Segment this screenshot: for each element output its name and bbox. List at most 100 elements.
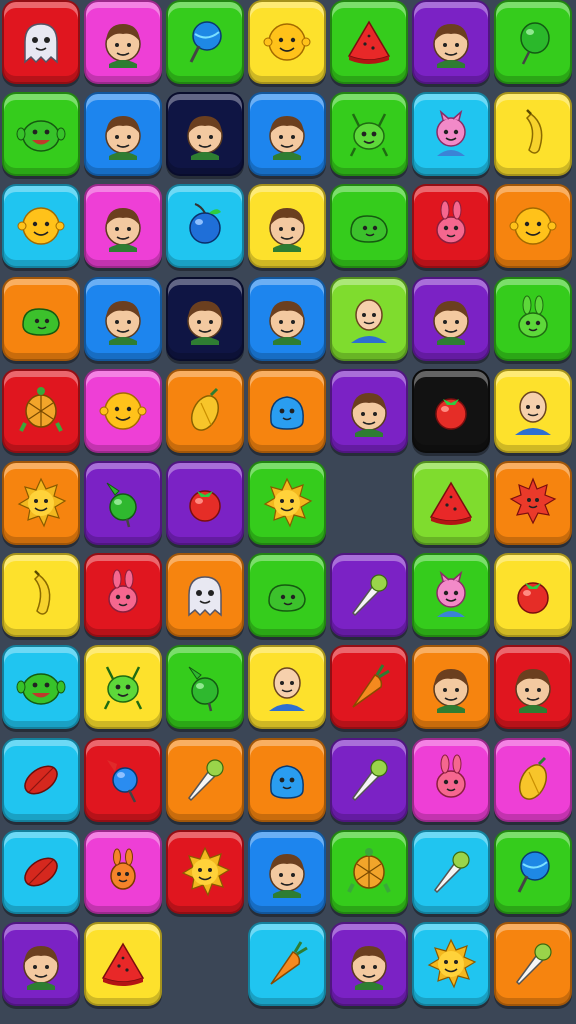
- game-tile[interactable]: [84, 184, 162, 269]
- game-tile[interactable]: [84, 645, 162, 730]
- carrot-icon: [352, 664, 390, 709]
- game-tile[interactable]: [412, 829, 490, 914]
- game-tile[interactable]: [248, 461, 326, 545]
- game-tile[interactable]: [84, 276, 162, 361]
- game-tile[interactable]: [412, 0, 490, 84]
- game-tile[interactable]: [494, 645, 572, 730]
- game-tile[interactable]: [412, 276, 490, 361]
- game-tile[interactable]: [166, 0, 244, 84]
- pink-bunny-icon: [108, 569, 138, 613]
- ghost-icon: [188, 576, 222, 617]
- game-board: [0, 0, 576, 1024]
- game-tile[interactable]: [412, 922, 490, 1006]
- game-tile[interactable]: [248, 829, 326, 914]
- game-tile[interactable]: [330, 737, 408, 822]
- green-blob-icon: [22, 307, 60, 336]
- game-tile[interactable]: [166, 461, 244, 545]
- game-tile[interactable]: [2, 829, 80, 914]
- game-tile[interactable]: [248, 0, 326, 84]
- game-tile[interactable]: [166, 553, 244, 638]
- game-tile[interactable]: [2, 737, 80, 822]
- game-tile[interactable]: [248, 276, 326, 361]
- game-tile[interactable]: [494, 553, 572, 638]
- green-alien-icon: [103, 666, 143, 710]
- game-tile[interactable]: [166, 737, 244, 822]
- game-tile[interactable]: [330, 553, 408, 638]
- green-blob-icon: [268, 584, 306, 612]
- game-tile[interactable]: [84, 553, 162, 638]
- game-tile[interactable]: [330, 92, 408, 177]
- bald-man-icon: [351, 298, 387, 343]
- pink-bunny-icon: [436, 754, 466, 798]
- sun-face-icon: [181, 846, 231, 897]
- game-tile[interactable]: [412, 461, 490, 545]
- game-tile[interactable]: [84, 461, 162, 545]
- game-tile[interactable]: [2, 553, 80, 638]
- game-tile[interactable]: [2, 368, 80, 453]
- mango-icon: [190, 387, 220, 431]
- game-tile[interactable]: [2, 0, 80, 84]
- game-tile[interactable]: [494, 461, 572, 545]
- game-tile[interactable]: [330, 368, 408, 453]
- game-tile[interactable]: [2, 92, 80, 177]
- game-tile[interactable]: [330, 645, 408, 730]
- tomato-icon: [189, 490, 221, 522]
- boy-icon: [187, 300, 223, 345]
- bald-man-icon: [269, 667, 305, 712]
- game-tile[interactable]: [330, 0, 408, 84]
- game-tile[interactable]: [494, 92, 572, 177]
- game-tile[interactable]: [494, 737, 572, 822]
- game-tile[interactable]: [330, 184, 408, 269]
- game-tile[interactable]: [2, 645, 80, 730]
- cone-slice-icon: [101, 942, 145, 986]
- game-tile[interactable]: [84, 829, 162, 914]
- game-tile[interactable]: [248, 922, 326, 1006]
- game-tile[interactable]: [166, 92, 244, 177]
- green-alien-icon: [349, 113, 389, 157]
- game-tile[interactable]: [2, 461, 80, 545]
- game-tile[interactable]: [84, 368, 162, 453]
- game-tile[interactable]: [494, 829, 572, 914]
- game-tile[interactable]: [494, 184, 572, 269]
- smiley-face-icon: [99, 392, 147, 430]
- red-spiky-icon: [509, 477, 557, 525]
- game-tile[interactable]: [330, 922, 408, 1006]
- game-tile[interactable]: [166, 829, 244, 914]
- game-tile[interactable]: [412, 92, 490, 177]
- game-tile[interactable]: [330, 276, 408, 361]
- game-tile[interactable]: [248, 737, 326, 822]
- game-tile[interactable]: [84, 922, 162, 1006]
- game-tile[interactable]: [2, 276, 80, 361]
- icecream-cone-icon: [188, 758, 224, 801]
- game-tile[interactable]: [412, 368, 490, 453]
- game-tile[interactable]: [248, 553, 326, 638]
- game-tile[interactable]: [248, 184, 326, 269]
- game-tile[interactable]: [166, 276, 244, 361]
- game-tile[interactable]: [84, 737, 162, 822]
- game-tile[interactable]: [494, 922, 572, 1006]
- game-tile[interactable]: [412, 645, 490, 730]
- game-tile[interactable]: [494, 0, 572, 84]
- game-tile[interactable]: [84, 0, 162, 84]
- game-tile[interactable]: [494, 368, 572, 453]
- game-tile[interactable]: [2, 184, 80, 269]
- game-tile[interactable]: [412, 553, 490, 638]
- game-tile[interactable]: [494, 276, 572, 361]
- game-tile[interactable]: [248, 92, 326, 177]
- game-tile[interactable]: [166, 645, 244, 730]
- red-seed-icon: [24, 765, 58, 795]
- game-tile[interactable]: [330, 829, 408, 914]
- game-tile[interactable]: [166, 368, 244, 453]
- boy-icon: [269, 853, 305, 898]
- smiley-face-icon: [509, 207, 557, 246]
- icecream-cone-icon: [352, 574, 388, 617]
- game-tile[interactable]: [248, 368, 326, 453]
- game-tile[interactable]: [248, 645, 326, 730]
- game-tile[interactable]: [412, 737, 490, 822]
- blue-blob-icon: [270, 764, 304, 799]
- game-tile[interactable]: [2, 922, 80, 1006]
- game-tile[interactable]: [412, 184, 490, 269]
- game-tile[interactable]: [84, 92, 162, 177]
- game-tile[interactable]: [166, 184, 244, 269]
- boy-icon: [269, 116, 305, 161]
